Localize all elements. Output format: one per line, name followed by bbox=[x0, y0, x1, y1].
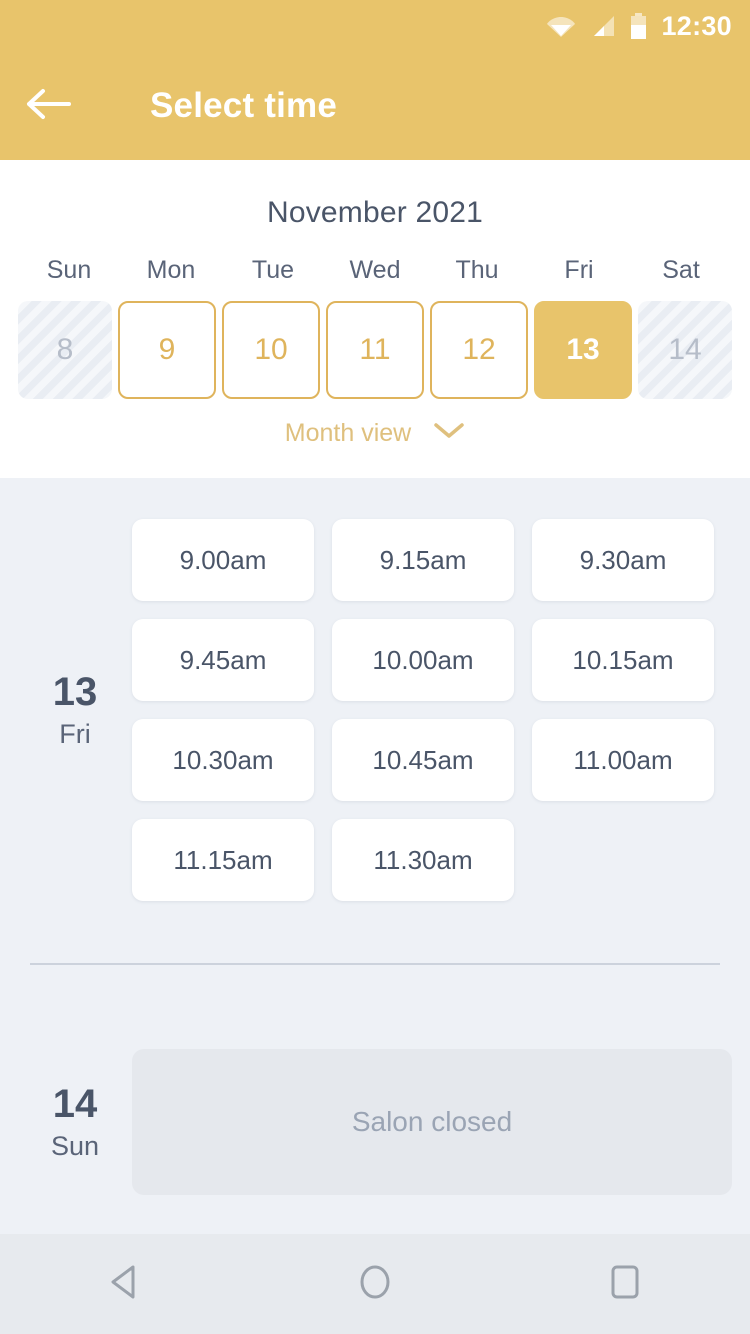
day-label-number: 13 bbox=[52, 669, 98, 714]
time-slot[interactable]: 10.30am bbox=[132, 719, 314, 801]
day-label-13: 13 Fri bbox=[18, 519, 132, 901]
weekday-header: Sun bbox=[46, 256, 92, 284]
phone-screen: 12:30 Select time November 2021 Sun Mon … bbox=[0, 0, 750, 1334]
arrow-left-icon bbox=[25, 87, 71, 126]
day-label-weekday: Sun bbox=[50, 1130, 100, 1161]
weekday-header: Wed bbox=[349, 256, 401, 284]
calendar-day-8: 8 bbox=[18, 301, 112, 399]
status-bar-clock: 12:30 bbox=[661, 10, 732, 41]
day-group-13: 13 Fri 9.00am 9.15am 9.30am 9.45am 10.00… bbox=[0, 478, 750, 901]
back-button[interactable] bbox=[0, 52, 96, 160]
calendar-day-9[interactable]: 9 bbox=[118, 301, 216, 399]
weekday-header: Mon bbox=[146, 256, 196, 284]
calendar-day-10[interactable]: 10 bbox=[222, 301, 320, 399]
cellular-signal-icon bbox=[590, 14, 616, 38]
calendar-month-title: November 2021 bbox=[266, 196, 484, 229]
time-slot[interactable]: 9.45am bbox=[132, 619, 314, 701]
calendar-day-13[interactable]: 13 bbox=[534, 301, 632, 399]
time-slot[interactable]: 10.15am bbox=[532, 619, 714, 701]
calendar-day-11[interactable]: 11 bbox=[326, 301, 424, 399]
calendar-day-12[interactable]: 12 bbox=[430, 301, 528, 399]
calendar-day-row: 8 9 10 11 12 13 14 bbox=[0, 301, 750, 399]
weekday-header: Fri bbox=[564, 256, 594, 284]
day-label-weekday: Fri bbox=[59, 718, 91, 749]
calendar-day-14: 14 bbox=[638, 301, 732, 399]
day-label-14: 14 Sun bbox=[18, 1049, 132, 1195]
weekday-header: Thu bbox=[455, 256, 499, 284]
time-slot[interactable]: 11.30am bbox=[332, 819, 514, 901]
chevron-down-icon bbox=[433, 422, 465, 445]
time-slot[interactable]: 11.15am bbox=[132, 819, 314, 901]
salon-closed-card: Salon closed bbox=[132, 1049, 732, 1195]
calendar-panel: November 2021 Sun Mon Tue Wed Thu Fri Sa… bbox=[0, 160, 750, 478]
android-nav-bar bbox=[0, 1234, 750, 1334]
nav-recents-button[interactable] bbox=[565, 1234, 685, 1334]
weekday-header: Sat bbox=[662, 256, 700, 284]
app-bar: Select time bbox=[0, 52, 750, 160]
calendar-weekday-row: Sun Mon Tue Wed Thu Fri Sat bbox=[0, 256, 750, 285]
time-slot-content: 13 Fri 9.00am 9.15am 9.30am 9.45am 10.00… bbox=[0, 478, 750, 1234]
page-title: Select time bbox=[150, 86, 338, 125]
time-slot[interactable]: 9.30am bbox=[532, 519, 714, 601]
month-view-toggle[interactable]: Month view bbox=[0, 419, 750, 448]
nav-back-triangle-icon bbox=[107, 1263, 143, 1306]
nav-back-button[interactable] bbox=[65, 1234, 185, 1334]
day-group-14: 14 Sun Salon closed bbox=[0, 965, 750, 1195]
time-slot-grid: 9.00am 9.15am 9.30am 9.45am 10.00am 10.1… bbox=[132, 519, 732, 901]
day-label-number: 14 bbox=[52, 1081, 98, 1126]
wifi-icon bbox=[546, 14, 576, 38]
month-view-label: Month view bbox=[284, 419, 412, 447]
time-slot[interactable]: 10.45am bbox=[332, 719, 514, 801]
nav-home-button[interactable] bbox=[315, 1234, 435, 1334]
weekday-header: Tue bbox=[251, 256, 295, 284]
nav-home-circle-icon bbox=[356, 1262, 394, 1307]
time-slot[interactable]: 11.00am bbox=[532, 719, 714, 801]
status-bar: 12:30 bbox=[0, 0, 750, 52]
battery-icon bbox=[630, 12, 647, 40]
time-slot[interactable]: 9.15am bbox=[332, 519, 514, 601]
time-slot[interactable]: 10.00am bbox=[332, 619, 514, 701]
time-slot[interactable]: 9.00am bbox=[132, 519, 314, 601]
nav-recents-square-icon bbox=[608, 1263, 642, 1306]
